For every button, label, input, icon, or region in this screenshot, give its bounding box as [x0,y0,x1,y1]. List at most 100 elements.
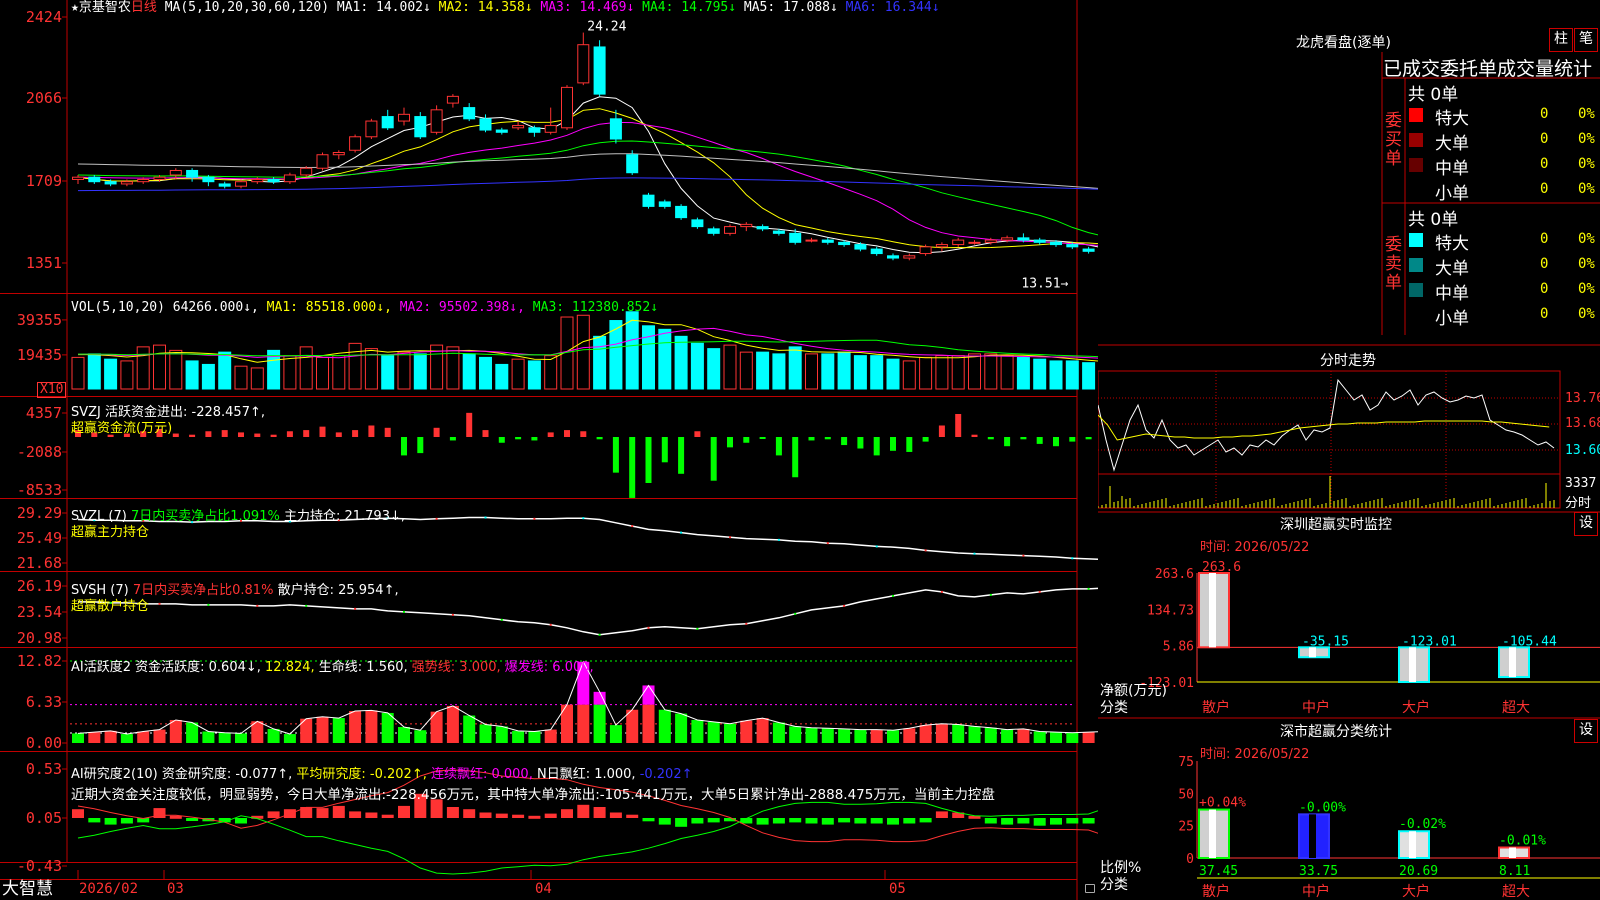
sell-total: 共 0单 [1408,210,1459,230]
svsh-dot [940,590,943,593]
candle-up [349,136,362,151]
ai-active-bar [854,729,867,743]
svzj-bar [449,437,456,441]
sz-class-category-label: 散户 [1202,883,1230,900]
ai-active-burst-bar [593,691,606,705]
svsh-y-tick: 26.19 [17,577,62,595]
svzj-bar [596,437,603,440]
candle-down [186,169,199,178]
svzj-y-tick: -8533 [17,481,62,499]
ai-research-bar [1082,818,1095,824]
svsh-y-tick: 20.98 [17,629,62,647]
sz-class-title: 深市超赢分类统计 [1280,724,1392,740]
volume-bar-down [821,353,835,390]
stock-name[interactable]: 京基智农 [79,0,131,15]
svzj-bar [727,437,733,448]
ai-research-bar [609,812,622,818]
sz-monitor-value-label: -35.15 [1302,634,1349,649]
ai-active-bar [675,713,688,743]
svsh-dot [500,618,503,621]
svzj-bar [498,437,505,443]
ai-active-bar [1050,732,1062,743]
ai-research-bar [1066,818,1079,824]
ma-title: MA(5,10,20,30,60,120) [164,0,330,15]
candle-up [544,125,557,133]
ai-active-bar [903,728,916,743]
favorite-star-icon[interactable]: ★ [71,0,79,15]
svzj-bar [873,437,880,456]
sell-row-label: 特大 [1435,234,1469,254]
period-label[interactable]: 日线 [131,0,157,15]
sell-side-label: 委卖单 [1385,235,1402,293]
svzl-y-tick: 29.29 [17,504,62,522]
ai-active-bar [479,724,492,743]
svzj-bar [352,430,359,437]
ai-research-bar [887,818,899,825]
sell-row-swatch [1409,283,1423,297]
intraday-price-2: 13.68 [1565,416,1600,431]
svzj-bar [841,437,848,446]
svzj-bar [612,437,619,473]
intraday-price-3: 13.60 [1565,443,1600,458]
candle-down [821,239,834,243]
ai-research-bar [186,818,199,821]
date-label-4: 05 [889,881,906,897]
svzl-dot [973,552,976,555]
sell-row-pct: 0% [1578,306,1595,322]
svzl-dot [729,536,731,539]
svsh-dot [647,626,650,629]
buy-row-count: 0 [1540,181,1549,197]
candle-down [772,230,785,234]
price-y-tick: 1351 [26,254,62,272]
ai-active-bar [626,709,639,743]
ai-active-bar [756,718,769,743]
candle-down [1017,237,1030,241]
candle-up [561,86,573,129]
buy-row-swatch [1409,158,1423,172]
ai-active-bar [691,719,704,743]
ai-research-bar [984,818,997,824]
brand-label: 大智慧 [2,879,53,899]
buy-row-pct: 0% [1578,106,1595,122]
ai-active-bar [642,704,655,743]
svzl-dot [680,531,683,534]
candle-up [316,154,329,169]
ai-active-bar [1001,729,1014,743]
intraday-vol-label: 3337 [1565,476,1597,491]
sell-row-pct: 0% [1578,256,1595,272]
ai-active-bar [887,730,899,743]
ai-active-title-c: 生命线: 1.560, [314,660,408,675]
ai-active-title-d: 强势线: 3.000, [407,660,501,675]
ai-active-bar [1033,731,1046,743]
svsh-dot [892,594,894,597]
ai-research-title-a: AI研究度2(10) 资金研究度: -0.077↑, [71,767,293,782]
sz-class-settings-button[interactable]: 设 [1574,719,1598,743]
ai-research-bar [919,818,932,823]
candle-down [642,194,655,207]
candle-down [88,176,101,183]
candle-down [838,241,851,246]
svzj-bar [515,437,522,440]
lock-icon[interactable] [1085,884,1095,893]
ai-active-bar [1017,728,1030,743]
ai-research-bar [805,818,818,824]
kline-chart-area[interactable]: 2424 2066 1709 1351 24.24 13.51→ 39355 19435 435… [0,0,1098,900]
sz-class-y-tick: 50 [1178,787,1194,802]
vol-y-tick: 39355 [17,311,62,329]
candle-up [137,178,150,183]
sz-monitor-settings-button[interactable]: 设 [1574,512,1598,536]
sell-row-pct: 0% [1578,231,1595,247]
candle-up [332,152,345,156]
dragon-tiger-title: 龙虎看盘(逐单) [1296,35,1391,51]
ai-research-bar [528,815,541,819]
svzj-bar [580,431,587,437]
sz-class-change-label: -0.02% [1399,817,1446,832]
tick-mode-button[interactable]: 笔 [1574,28,1598,52]
ai-active-bar [398,727,410,743]
sz-monitor-category-label: 大户 [1402,699,1430,716]
vol-ma3: MA3: 112380.852↓ [532,300,659,315]
ai-research-bar [104,818,117,825]
bar-mode-button[interactable]: 柱 [1549,28,1573,52]
vol-ma2: MA2: 95502.398↓, [399,300,525,315]
svzl-dot [1022,554,1025,557]
